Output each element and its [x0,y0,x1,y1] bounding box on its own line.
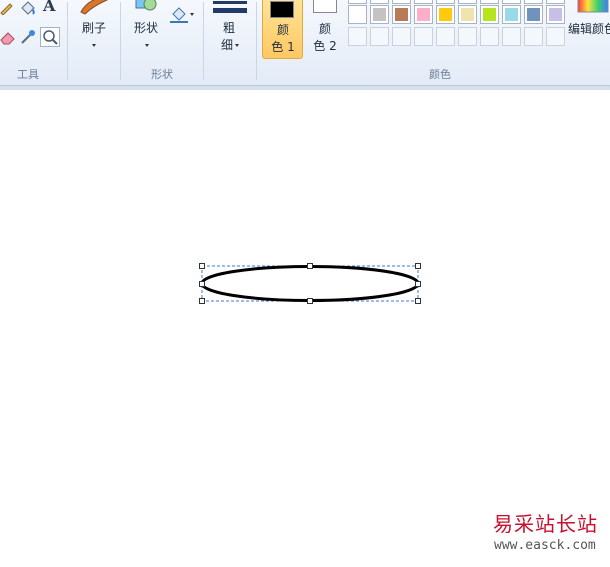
palette-swatch[interactable] [370,0,389,4]
drawing-canvas[interactable] [0,90,610,563]
group-separator [256,2,257,80]
group-separator [203,2,204,80]
palette-swatch[interactable] [414,0,433,4]
palette-swatch-empty[interactable] [502,27,521,46]
chevron-down-icon [235,44,239,47]
palette-swatch[interactable] [414,5,433,24]
watermark-site-name: 易采站长站 [493,512,598,536]
group-separator [120,2,121,80]
resize-handle[interactable] [199,281,205,287]
palette-swatch[interactable] [524,5,543,24]
watermark-url: www.easck.com [494,538,596,553]
pencil-icon[interactable] [0,0,14,16]
palette-swatch[interactable] [524,0,543,4]
color1-label-line2: 色 1 [271,40,295,54]
resize-handles[interactable] [199,263,421,304]
palette-swatch[interactable] [502,5,521,24]
chevron-down-icon [145,44,149,47]
palette-swatch[interactable] [392,0,411,4]
shapes-group-label: 形状 [151,68,173,81]
palette-swatch[interactable] [392,5,411,24]
color1-button[interactable]: 颜 色 1 [262,0,303,59]
palette-swatch-empty[interactable] [392,27,411,46]
magnifier-icon[interactable] [40,27,60,47]
ellipse-shape[interactable] [200,265,420,302]
palette-swatch-empty[interactable] [458,27,477,46]
palette-swatch[interactable] [480,5,499,24]
resize-handle[interactable] [199,298,205,304]
palette-swatch[interactable] [348,0,367,4]
palette-swatch[interactable] [546,0,565,4]
palette-swatch-empty[interactable] [370,27,389,46]
shapes-icon[interactable] [130,0,160,16]
tools-group-label: 工具 [17,68,39,81]
text-tool-icon[interactable]: A [41,0,59,15]
palette-swatch[interactable] [480,0,499,4]
palette-swatch[interactable] [546,5,565,24]
palette-swatch[interactable] [348,5,367,24]
svg-text:A: A [42,0,56,15]
palette-swatch-empty[interactable] [348,27,367,46]
palette-swatch-empty[interactable] [524,27,543,46]
edit-colors-button[interactable]: 编辑颜色 [568,20,610,37]
chevron-down-icon [92,44,96,47]
color1-swatch [270,1,294,18]
color1-label-line1: 颜 [276,23,289,37]
palette-swatch-empty[interactable] [414,27,433,46]
color2-label-line2[interactable]: 色 2 [309,38,341,54]
palette-swatch[interactable] [502,0,521,4]
palette-swatch[interactable] [436,0,455,4]
color2-label-line1[interactable]: 颜 [309,21,341,37]
resize-handle[interactable] [415,281,421,287]
color-picker-icon[interactable] [20,29,36,45]
brush-icon[interactable] [77,0,111,16]
line-size-icon[interactable] [213,0,247,14]
eraser-icon[interactable] [0,29,16,45]
canvas-svg[interactable] [0,90,610,563]
resize-handle[interactable] [415,298,421,304]
color-wheel-icon[interactable] [576,0,610,14]
palette-swatch[interactable] [458,0,477,4]
colors-group-label: 颜色 [429,68,451,81]
palette-swatch-empty[interactable] [436,27,455,46]
palette-swatch[interactable] [436,5,455,24]
resize-handle[interactable] [199,263,205,269]
shapes-button[interactable]: 形状 [129,20,163,36]
palette-swatch-empty[interactable] [480,27,499,46]
size-button-line1[interactable]: 粗 [215,20,243,36]
palette-swatch[interactable] [458,5,477,24]
resize-handle[interactable] [415,263,421,269]
ribbon: A 工具 刷子 形状 形状 粗 细 颜 色 1 颜 色 2 编辑颜 颜色 [0,0,610,86]
palette-swatch-empty[interactable] [546,27,565,46]
outline-fill-icon[interactable] [170,5,196,23]
group-separator [67,2,68,80]
fill-bucket-icon[interactable] [19,0,37,16]
color2-swatch[interactable] [313,0,337,13]
resize-handle[interactable] [307,263,313,269]
palette-swatch[interactable] [370,5,389,24]
brushes-button[interactable]: 刷子 [78,20,110,36]
resize-handle[interactable] [307,298,313,304]
